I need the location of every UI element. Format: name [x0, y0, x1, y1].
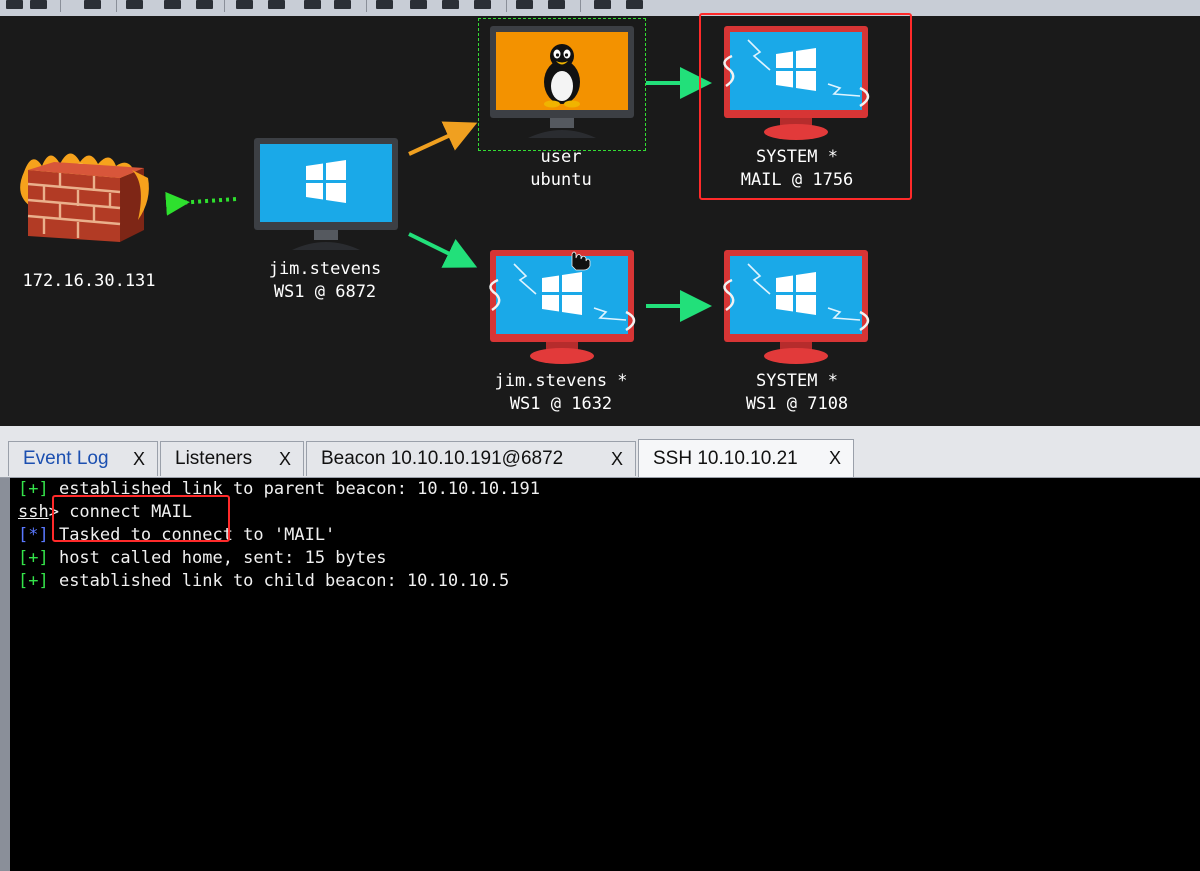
pivot-graph[interactable]: 172.16.30.131 jim.stevens WS1 @ 6872 use…	[0, 13, 1200, 426]
toolbar-separator	[580, 0, 581, 12]
cobalt-strike-window: 172.16.30.131 jim.stevens WS1 @ 6872 use…	[0, 0, 1200, 871]
console-text: established link to child beacon: 10.10.…	[48, 571, 510, 591]
node-label-ws1-system: SYSTEM * WS1 @ 7108	[745, 371, 849, 414]
toolbar-separator	[506, 0, 507, 12]
web-log-icon[interactable]	[516, 0, 533, 9]
toolbar	[0, 0, 1200, 17]
panel-splitter[interactable]	[0, 426, 1200, 437]
tab-beacon[interactable]: Beacon 10.10.10.191@6872 X	[306, 441, 636, 476]
listeners-icon[interactable]	[84, 0, 101, 9]
status-tag: [*]	[18, 525, 49, 545]
console-text: established link to parent beacon: 10.10…	[48, 479, 540, 499]
status-tag: [+]	[18, 571, 49, 591]
new-connection-icon[interactable]	[6, 0, 23, 9]
tab-close-button[interactable]: X	[133, 449, 145, 470]
tab-close-button[interactable]: X	[611, 449, 623, 470]
windows-beacon-monitor-icon[interactable]	[724, 26, 868, 140]
ssh-link-ubuntu	[408, 121, 478, 156]
console-line: [+] established link to child beacon: 10…	[18, 570, 509, 593]
about-icon[interactable]	[626, 0, 643, 9]
status-tag: [+]	[18, 548, 49, 568]
ms-office-macro-icon[interactable]	[442, 0, 459, 9]
payload-generator-icon[interactable]	[376, 0, 393, 9]
toolbar-separator	[366, 0, 367, 12]
java-signed-applet-icon[interactable]	[410, 0, 427, 9]
console-line: [+] established link to parent beacon: 1…	[18, 478, 540, 501]
web-drive-by-icon[interactable]	[474, 0, 491, 9]
node-label-ws1-root: jim.stevens WS1 @ 6872	[268, 259, 382, 302]
tab-ssh[interactable]: SSH 10.10.10.21 X	[638, 439, 854, 477]
toolbar-separator	[116, 0, 117, 12]
tab-label: SSH 10.10.10.21	[653, 447, 798, 469]
screenshots-icon[interactable]	[334, 0, 351, 9]
ssh-console[interactable]: [+] established link to parent beacon: 1…	[0, 478, 1200, 871]
pivot-graph-icon[interactable]	[126, 0, 143, 9]
ssh-prompt: ssh	[18, 502, 49, 522]
targets-icon[interactable]	[196, 0, 213, 9]
node-label-firewall: 172.16.30.131	[22, 271, 156, 291]
node-label-ws1-child: jim.stevens * WS1 @ 1632	[494, 371, 628, 414]
linux-monitor-icon[interactable]	[490, 26, 634, 138]
manage-icon[interactable]	[548, 0, 565, 9]
windows-beacon-monitor-icon[interactable]	[490, 250, 634, 364]
console-text: Tasked to connect to 'MAIL'	[48, 525, 336, 545]
tab-listeners[interactable]: Listeners X	[160, 441, 304, 476]
pivot-graph-canvas	[18, 16, 1200, 426]
tab-close-button[interactable]: X	[279, 449, 291, 470]
windows-beacon-monitor-icon[interactable]	[724, 250, 868, 364]
console-command-line: ssh> connect MAIL	[18, 501, 192, 524]
status-tag: [+]	[18, 479, 49, 499]
help-icon[interactable]	[594, 0, 611, 9]
tab-bar: Event Log X Listeners X Beacon 10.10.10.…	[0, 437, 1200, 478]
console-text: host called home, sent: 15 bytes	[48, 548, 387, 568]
keystrokes-icon[interactable]	[304, 0, 321, 9]
toolbar-separator	[60, 0, 61, 12]
node-label-mail: SYSTEM * MAIL @ 1756	[740, 147, 854, 190]
tab-event-log[interactable]: Event Log X	[8, 441, 158, 476]
downloads-icon[interactable]	[268, 0, 285, 9]
console-text: > connect MAIL	[48, 502, 193, 522]
firewall-icon[interactable]	[18, 152, 151, 244]
node-label-ubuntu: user ubuntu	[530, 147, 592, 190]
console-line: [+] host called home, sent: 15 bytes	[18, 547, 386, 570]
tab-label: Listeners	[175, 448, 253, 469]
windows-monitor-icon[interactable]	[254, 138, 398, 250]
smb-link-ws1-child	[408, 232, 478, 268]
disconnect-icon[interactable]	[30, 0, 47, 9]
console-line: [*] Tasked to connect to 'MAIL'	[18, 524, 335, 547]
tab-label: Beacon 10.10.10.191@6872	[321, 448, 564, 469]
tab-label: Event Log	[23, 448, 109, 469]
tab-close-button[interactable]: X	[829, 448, 841, 469]
toolbar-separator	[224, 0, 225, 12]
session-table-icon[interactable]	[164, 0, 181, 9]
pivot-link-firewall	[165, 191, 237, 216]
credentials-icon[interactable]	[236, 0, 253, 9]
